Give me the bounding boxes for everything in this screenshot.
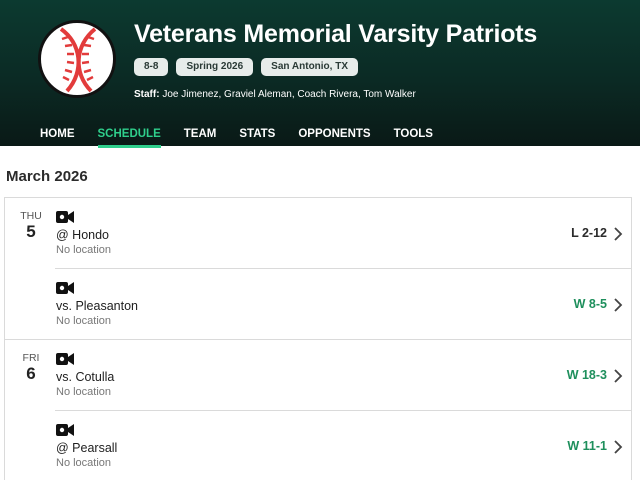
- date-label: THU 5: [5, 210, 57, 242]
- chevron-right-icon: [614, 369, 623, 383]
- nav-tools[interactable]: TOOLS: [394, 127, 433, 148]
- video-camera-icon: [56, 282, 74, 294]
- day-of-week: THU: [20, 210, 42, 222]
- nav-home[interactable]: HOME: [40, 127, 75, 148]
- opponent-name: vs. Cotulla: [56, 370, 115, 384]
- staff-line: Staff: Joe Jimenez, Graviel Aleman, Coac…: [134, 89, 416, 100]
- day-group: THU 5 @ Hondo No location L 2-12 vs. Ple…: [5, 198, 631, 339]
- day-of-week: FRI: [22, 352, 40, 364]
- baseball-icon: [59, 27, 97, 93]
- opponent-name: vs. Pleasanton: [56, 299, 138, 313]
- team-logo[interactable]: [38, 20, 116, 98]
- staff-names: Joe Jimenez, Graviel Aleman, Coach River…: [162, 89, 416, 100]
- game-location: No location: [56, 386, 112, 398]
- opponent-name: @ Hondo: [56, 228, 109, 242]
- game-location: No location: [56, 457, 112, 469]
- video-camera-icon: [56, 353, 74, 365]
- staff-label: Staff:: [134, 89, 160, 100]
- nav-team[interactable]: TEAM: [184, 127, 217, 148]
- season-badge[interactable]: Spring 2026: [176, 58, 254, 76]
- main-nav: HOME SCHEDULE TEAM STATS OPPONENTS TOOLS: [40, 127, 433, 148]
- team-name: Veterans Memorial Varsity Patriots: [134, 20, 538, 48]
- chevron-right-icon: [614, 227, 623, 241]
- record-badge: 8-8: [134, 58, 169, 76]
- opponent-name: @ Pearsall: [56, 441, 118, 455]
- chevron-right-icon: [614, 440, 623, 454]
- day-number: 6: [26, 364, 36, 383]
- game-result: W 11-1: [567, 439, 607, 453]
- schedule-list: THU 5 @ Hondo No location L 2-12 vs. Ple…: [4, 197, 632, 480]
- game-result: W 18-3: [566, 368, 607, 382]
- nav-stats[interactable]: STATS: [239, 127, 275, 148]
- chevron-right-icon: [614, 298, 623, 312]
- team-info-badges: 8-8 Spring 2026 San Antonio, TX: [134, 58, 359, 76]
- game-location: No location: [56, 315, 112, 327]
- team-header: Veterans Memorial Varsity Patriots 8-8 S…: [0, 0, 640, 148]
- day-group: FRI 6 vs. Cotulla No location W 18-3 @ P…: [5, 339, 631, 481]
- game-row[interactable]: vs. Pleasanton No location W 8-5: [55, 268, 631, 339]
- game-row[interactable]: @ Hondo No location L 2-12: [55, 198, 631, 268]
- game-row[interactable]: @ Pearsall No location W 11-1: [55, 410, 631, 481]
- date-label: FRI 6: [5, 352, 57, 384]
- game-result: W 8-5: [573, 297, 607, 311]
- nav-schedule[interactable]: SCHEDULE: [97, 127, 161, 148]
- month-heading: March 2026: [6, 168, 88, 185]
- game-location: No location: [56, 244, 112, 256]
- game-row[interactable]: vs. Cotulla No location W 18-3: [55, 340, 631, 410]
- nav-opponents[interactable]: OPPONENTS: [298, 127, 370, 148]
- location-badge: San Antonio, TX: [261, 58, 359, 76]
- game-result: L 2-12: [571, 226, 607, 240]
- video-camera-icon: [56, 424, 74, 436]
- video-camera-icon: [56, 211, 74, 223]
- day-number: 5: [26, 222, 36, 241]
